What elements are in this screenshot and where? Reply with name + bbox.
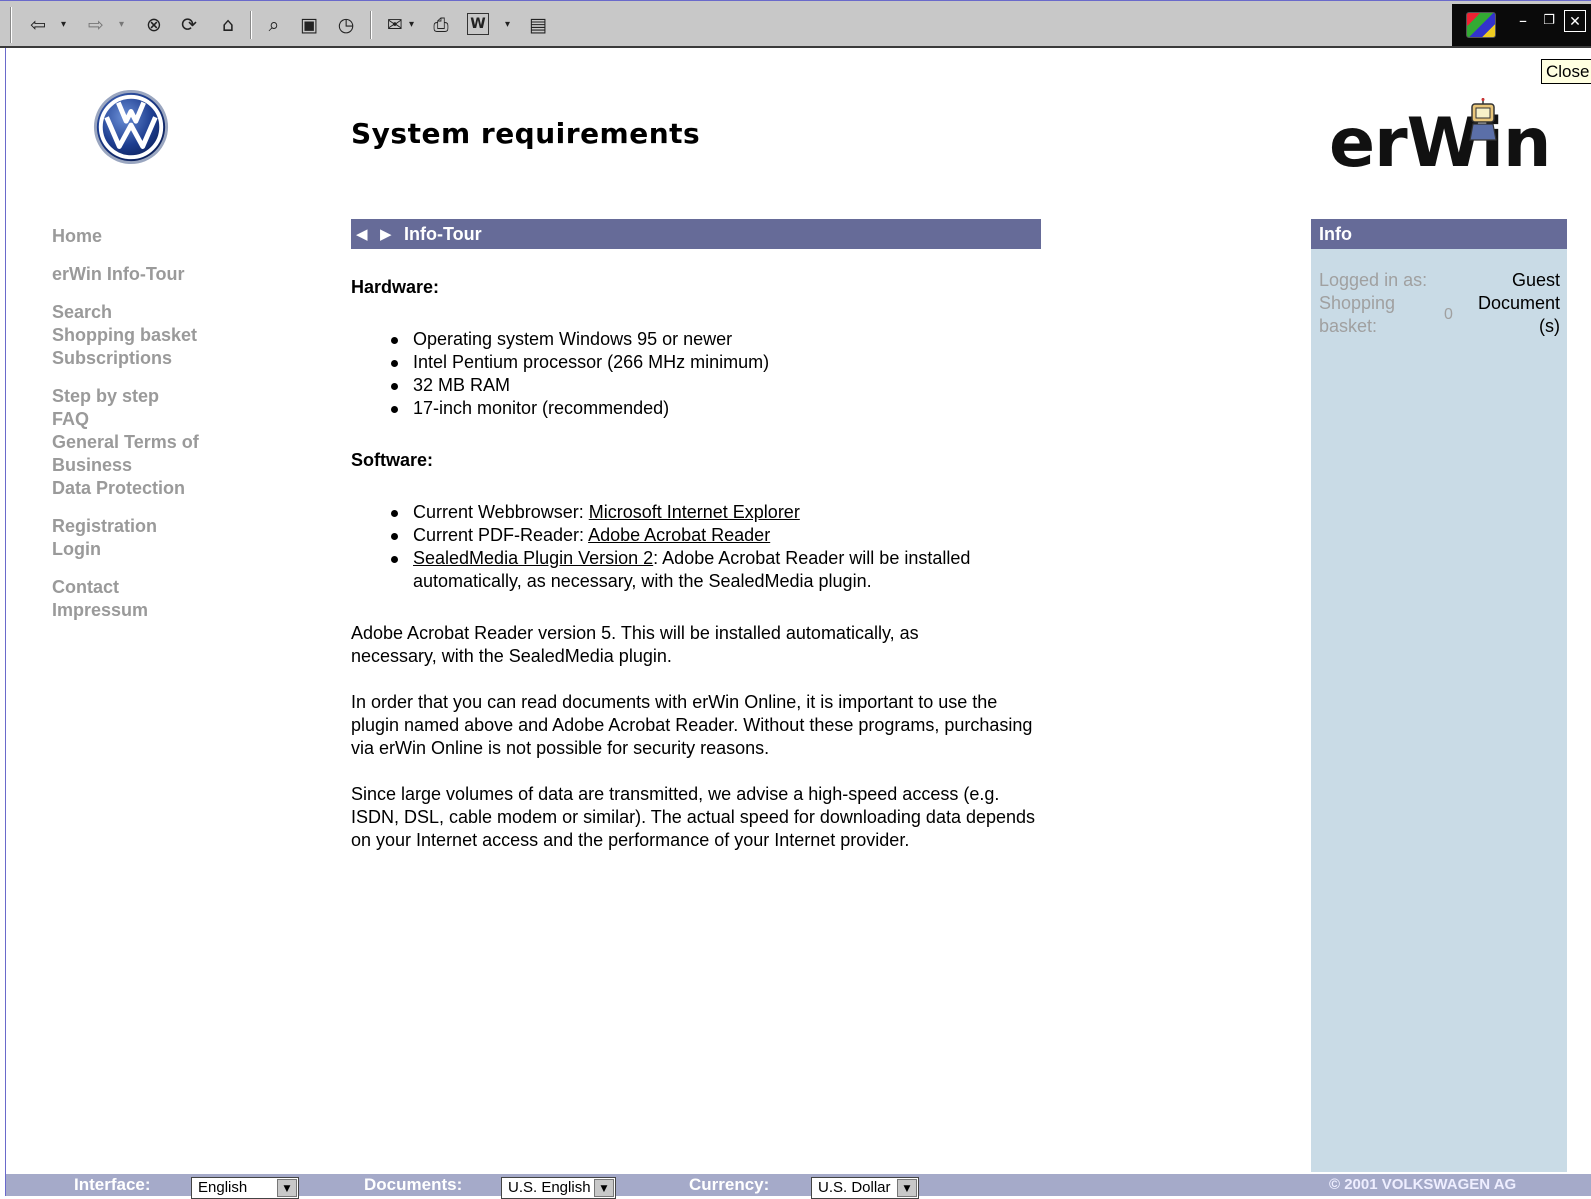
nav-subscriptions[interactable]: Subscriptions — [52, 347, 252, 370]
nav-general-terms[interactable]: General Terms of Business — [52, 431, 212, 477]
vw-logo[interactable]: VW — [92, 88, 170, 166]
mail-dropdown-icon[interactable]: ▾ — [409, 13, 414, 37]
paragraph-acrobat: Adobe Acrobat Reader version 5. This wil… — [351, 623, 919, 666]
refresh-icon[interactable]: ⟳ — [177, 13, 201, 37]
list-item: Operating system Windows 95 or newer — [391, 328, 1051, 351]
list-item: 17-inch monitor (recommended) — [391, 397, 1051, 420]
basket-count: 0 — [1444, 306, 1453, 323]
list-item: Intel Pentium processor (266 MHz minimum… — [391, 351, 1051, 374]
hardware-heading: Hardware: — [351, 277, 440, 297]
erwin-mascot-icon — [1469, 98, 1497, 141]
software-heading: Software: — [351, 450, 434, 470]
nav-home[interactable]: Home — [52, 225, 252, 248]
favorites-icon[interactable]: ▣ — [297, 13, 321, 37]
nav-search[interactable]: Search — [52, 301, 252, 324]
erwin-logo[interactable]: erWin — [1329, 106, 1551, 182]
ie-link[interactable]: Microsoft Internet Explorer — [589, 502, 800, 522]
list-item: Current PDF-Reader: Adobe Acrobat Reader — [391, 524, 1011, 547]
main-content: Hardware: Operating system Windows 95 or… — [351, 276, 1051, 875]
list-item: SealedMedia Plugin Version 2: Adobe Acro… — [391, 547, 1011, 593]
interface-label: Interface: — [74, 1175, 151, 1194]
interface-value: English — [198, 1179, 248, 1196]
windows-logo-icon — [1466, 12, 1496, 38]
acrobat-link[interactable]: Adobe Acrobat Reader — [588, 525, 770, 545]
chevron-down-icon[interactable]: ▼ — [897, 1179, 917, 1197]
back-dropdown-icon[interactable]: ▾ — [61, 13, 66, 37]
tour-label: Info-Tour — [404, 224, 482, 244]
item-prefix: Current PDF-Reader: — [413, 525, 589, 545]
currency-label: Currency: — [689, 1175, 770, 1194]
nav-group-info-tour: erWin Info-Tour — [52, 263, 252, 286]
tour-next-icon[interactable]: ▶ — [380, 219, 392, 249]
page-title: System requirements — [351, 117, 701, 150]
window-controls: – ❐ ✕ — [1452, 4, 1591, 46]
basket-unit-line2: (s) — [1539, 316, 1560, 336]
forward-dropdown-icon[interactable]: ▾ — [119, 13, 124, 37]
list-item: 32 MB RAM — [391, 374, 1051, 397]
print-icon[interactable]: ⎙ — [429, 13, 453, 37]
nav-shopping-basket[interactable]: Shopping basket — [52, 324, 252, 347]
nav-group-home: Home — [52, 225, 252, 248]
left-navigation: Home erWin Info-Tour Search Shopping bas… — [52, 225, 252, 637]
copyright: © 2001 VOLKSWAGEN AG — [1329, 1176, 1517, 1193]
edit-icon[interactable]: W — [467, 13, 489, 35]
nav-step-by-step[interactable]: Step by step — [52, 385, 252, 408]
discuss-icon[interactable]: ▤ — [526, 13, 550, 37]
item-prefix: Current Webbrowser: — [413, 502, 589, 522]
sealedmedia-link[interactable]: SealedMedia Plugin Version 2 — [413, 548, 653, 568]
close-icon[interactable]: ✕ — [1564, 10, 1586, 32]
logged-in-value: Guest — [1511, 270, 1560, 290]
documents-value: U.S. English — [508, 1179, 591, 1196]
nav-contact[interactable]: Contact — [52, 576, 252, 599]
history-icon[interactable]: ◷ — [334, 13, 358, 37]
nav-group-shop: Search Shopping basket Subscriptions — [52, 301, 252, 370]
tour-previous-icon[interactable]: ◀ — [356, 219, 368, 249]
edit-dropdown-icon[interactable]: ▾ — [505, 13, 510, 37]
bottom-settings-bar: Interface: English ▼ Documents: U.S. Eng… — [6, 1174, 1591, 1199]
nav-group-contact: Contact Impressum — [52, 576, 252, 622]
restore-icon[interactable]: ❐ — [1538, 10, 1560, 32]
documents-label: Documents: — [364, 1175, 463, 1194]
browser-toolbar: ⇦ ▾ ⇨ ▾ ⊗ ⟳ ⌂ ⌕ ▣ ◷ ✉ ▾ ⎙ W ▾ ▤ – ❐ ✕ — [0, 0, 1591, 48]
software-list: Current Webbrowser: Microsoft Internet E… — [351, 501, 1051, 593]
search-icon[interactable]: ⌕ — [262, 13, 286, 37]
chevron-down-icon[interactable]: ▼ — [594, 1179, 614, 1197]
basket-unit-line1: Document — [1477, 293, 1560, 313]
home-icon[interactable]: ⌂ — [216, 13, 240, 37]
mail-icon[interactable]: ✉ — [383, 13, 407, 37]
info-panel: Info Logged in as: Guest Shopping basket… — [1311, 219, 1567, 1172]
toolbar-grip[interactable] — [10, 7, 12, 43]
nav-impressum[interactable]: Impressum — [52, 599, 252, 622]
nav-group-help: Step by step FAQ General Terms of Busine… — [52, 385, 252, 500]
nav-login[interactable]: Login — [52, 538, 252, 561]
nav-info-tour[interactable]: erWin Info-Tour — [52, 263, 252, 286]
paragraph-plugin: In order that you can read documents wit… — [351, 692, 1033, 758]
info-tour-bar: ◀ ▶ Info-Tour — [351, 219, 1041, 249]
basket-label-line2: basket: — [1319, 316, 1378, 336]
list-item: Current Webbrowser: Microsoft Internet E… — [391, 501, 1011, 524]
paragraph-bandwidth: Since large volumes of data are transmit… — [351, 784, 1036, 850]
logged-in-label: Logged in as: — [1319, 270, 1428, 290]
toolbar-separator — [370, 11, 372, 39]
toolbar-separator — [250, 11, 252, 39]
stop-icon[interactable]: ⊗ — [142, 13, 166, 37]
back-icon[interactable]: ⇦ — [26, 13, 50, 37]
nav-group-account: Registration Login — [52, 515, 252, 561]
nav-registration[interactable]: Registration — [52, 515, 252, 538]
chevron-down-icon[interactable]: ▼ — [277, 1179, 297, 1197]
info-heading: Info — [1311, 219, 1567, 249]
forward-icon[interactable]: ⇨ — [84, 13, 108, 37]
currency-value: U.S. Dollar — [818, 1179, 891, 1196]
nav-faq[interactable]: FAQ — [52, 408, 252, 431]
basket-label-line1: Shopping — [1319, 293, 1396, 313]
nav-data-protection[interactable]: Data Protection — [52, 477, 252, 500]
hardware-list: Operating system Windows 95 or newer Int… — [351, 328, 1051, 420]
minimize-icon[interactable]: – — [1512, 10, 1534, 32]
